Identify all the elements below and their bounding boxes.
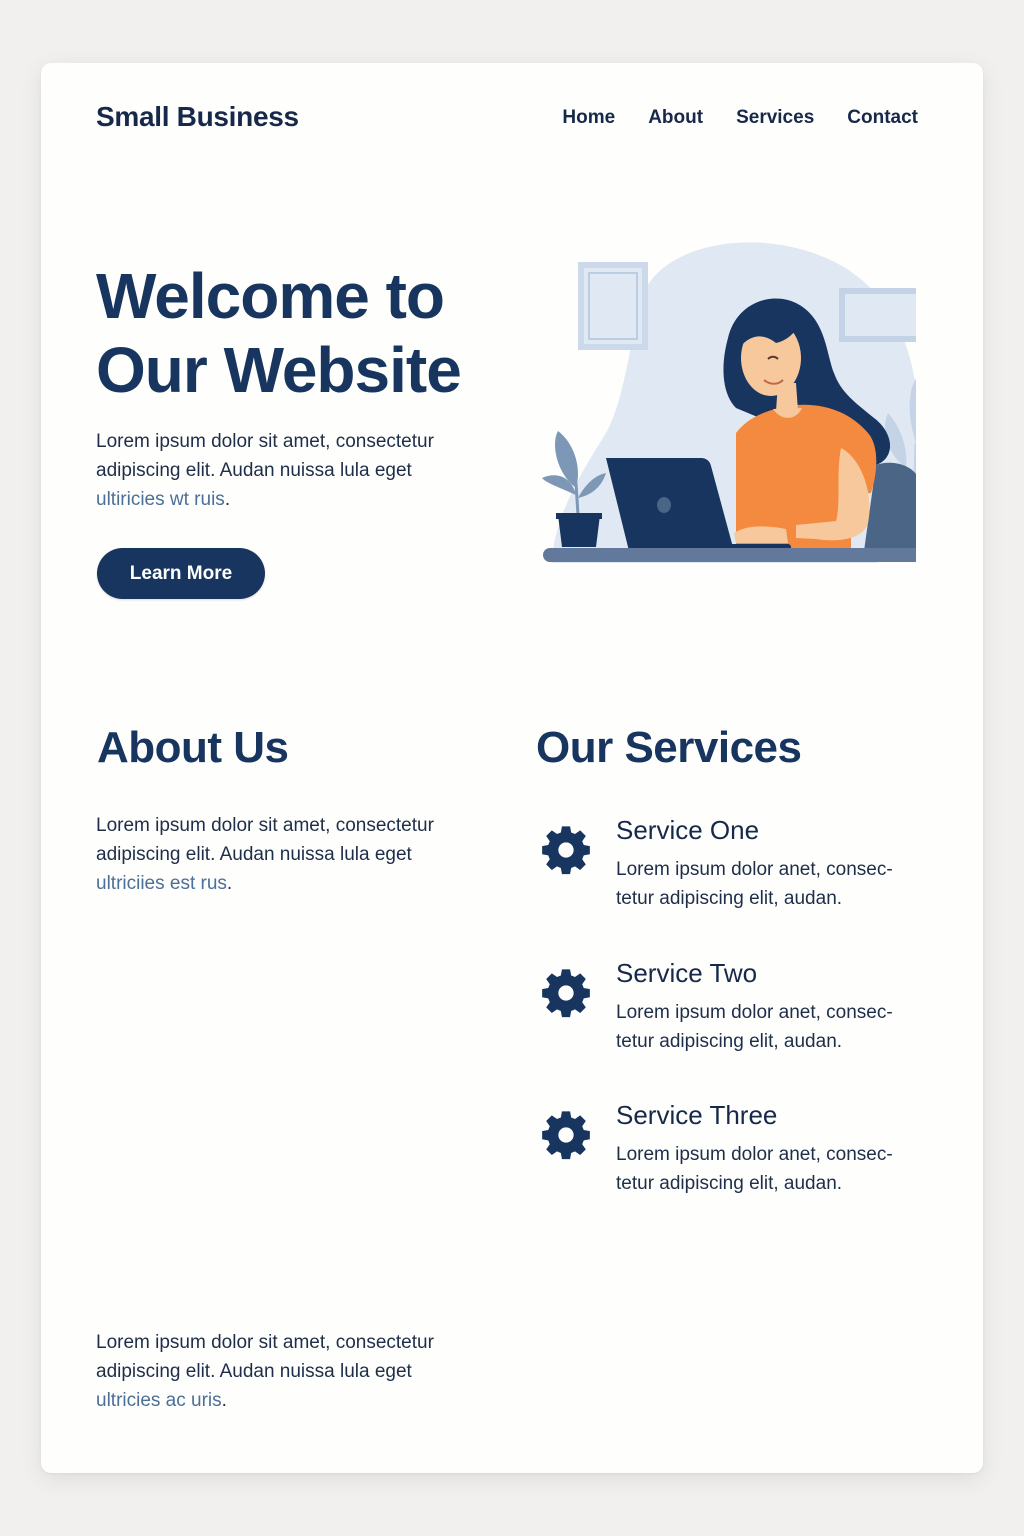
service-desc: Lorem ipsum dolor anet, consec-tetur adi… [616,1002,893,1052]
service-title: Service Two [616,958,758,988]
service-title: Service Three [616,1100,778,1130]
about-text-body: Lorem ipsum dolor sit amet, consectetur … [96,815,434,865]
about-link[interactable]: ultriciies est rus [96,873,227,894]
page-card: Small Business Home About Services Conta… [41,63,983,1473]
service-title: Service One [616,815,760,845]
gear-icon [542,969,590,1018]
desk [543,548,916,562]
hero-text-body: Lorem ipsum dolor sit amet, consectetur … [96,431,434,481]
service-desc: Lorem ipsum dolor anet, consec-tetur adi… [616,859,893,909]
wall-frame-right [839,288,916,342]
nav-home[interactable]: Home [562,107,615,129]
footer-text-end: . [221,1390,227,1411]
nav-contact[interactable]: Contact [847,107,918,129]
about-text: Lorem ipsum dolor sit amet, consectetur … [96,811,476,898]
hero-text: Lorem ipsum dolor sit amet, consectetur … [96,427,476,514]
gear-icon [542,1111,590,1160]
main-nav: Home About Services Contact [529,107,918,129]
nav-about[interactable]: About [648,107,703,129]
hero-link[interactable]: ultiricies wt ruis [96,489,225,510]
gear-icon [542,826,590,875]
service-desc: Lorem ipsum dolor anet, consec-tetur adi… [616,1144,893,1194]
service-one[interactable]: Service One Lorem ipsum dolor anet, cons… [539,815,939,925]
service-three[interactable]: Service Three Lorem ipsum dolor anet, co… [539,1100,939,1210]
about-text-end: . [226,873,233,894]
hero-title-line1: Welcome to [96,260,445,332]
learn-more-button[interactable]: Learn More [97,548,265,599]
hero-title: Welcome to Our Website [96,259,516,407]
about-title: About Us [97,723,289,772]
brand-logo[interactable]: Small Business [96,101,299,133]
footer-text: Lorem ipsum dolor sit amet, consectetur … [96,1328,476,1415]
hero-text-end: . [224,489,231,510]
footer-text-body: Lorem ipsum dolor sit amet, consectetur … [96,1332,434,1382]
nav-services[interactable]: Services [736,107,814,129]
footer-link[interactable]: ultricies ac uris [96,1390,222,1411]
wall-frame-left [578,262,648,350]
service-two[interactable]: Service Two Lorem ipsum dolor anet, cons… [539,958,939,1068]
hero-illustration [542,242,916,563]
hero-title-line2: Our Website [96,334,462,406]
services-title: Our Services [536,723,802,772]
